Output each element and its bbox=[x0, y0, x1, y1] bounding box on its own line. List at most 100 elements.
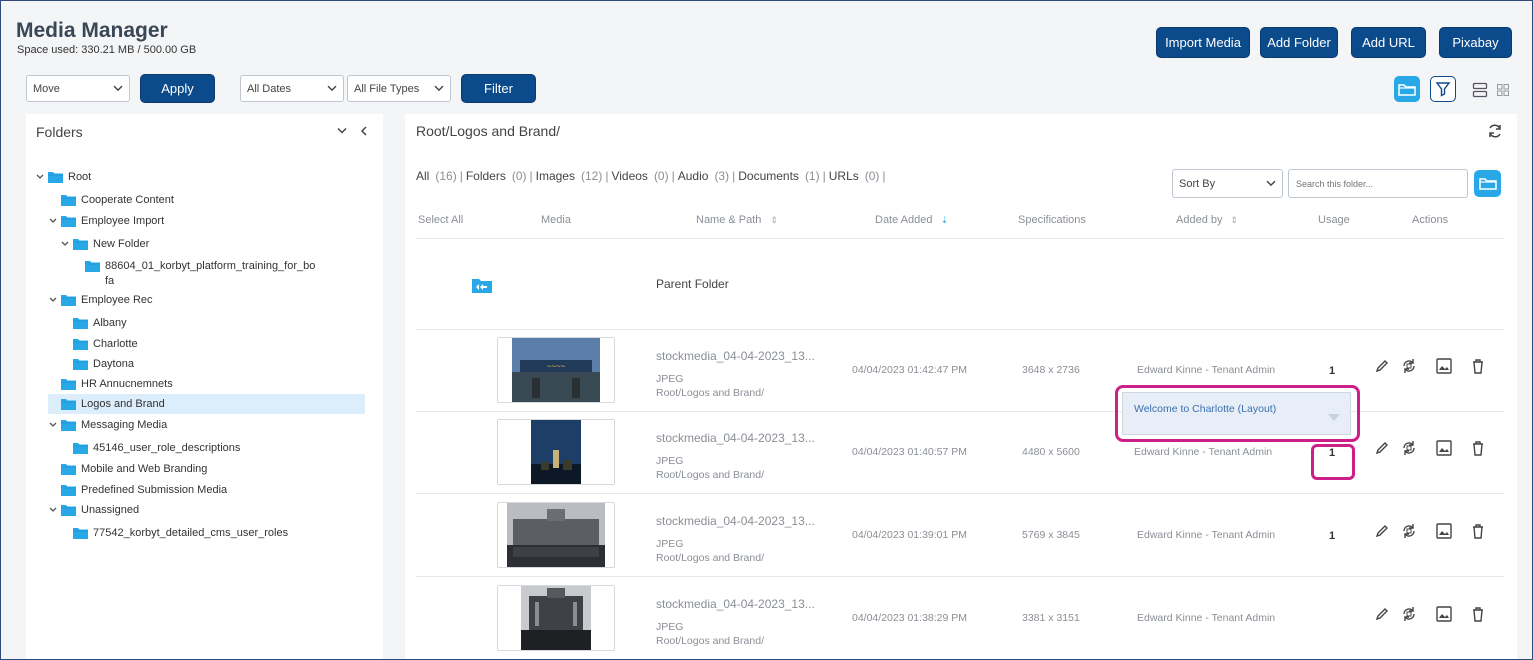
date-added: 04/04/2023 01:38:29 PM bbox=[852, 612, 968, 624]
folder-tree-item[interactable]: Mobile and Web Branding bbox=[48, 460, 207, 478]
media-name[interactable]: stockmedia_04-04-2023_13... bbox=[656, 431, 815, 445]
sort-by-select[interactable]: Sort By bbox=[1172, 169, 1283, 198]
tab-all[interactable]: All (16) | bbox=[416, 169, 466, 183]
bulk-action-select[interactable]: Move bbox=[26, 75, 130, 102]
media-path: Root/Logos and Brand/ bbox=[656, 387, 764, 399]
list-view-icon[interactable] bbox=[1472, 82, 1488, 98]
trash-icon[interactable] bbox=[1469, 357, 1487, 375]
replace-icon[interactable] bbox=[1400, 439, 1418, 457]
media-type-tabs: All (16) | Folders (0) | Images (12) | Videos (0) |… bbox=[416, 169, 889, 183]
import-media-button[interactable]: Import Media bbox=[1156, 27, 1250, 58]
folder-tree-item[interactable]: Cooperate Content bbox=[48, 191, 174, 209]
tree-toggle[interactable] bbox=[35, 172, 45, 182]
name-path-header[interactable]: Name & Path ⇕ bbox=[696, 214, 778, 226]
media-path: Root/Logos and Brand/ bbox=[656, 469, 764, 481]
trash-icon[interactable] bbox=[1469, 439, 1487, 457]
folder-tree-item[interactable]: Root bbox=[35, 168, 91, 186]
folder-tree-item[interactable]: Daytona bbox=[60, 355, 134, 373]
folder-tree-item[interactable]: 45146_user_role_descriptions bbox=[60, 439, 240, 457]
folder-tree-item[interactable]: New Folder bbox=[60, 235, 149, 253]
media-thumbnail[interactable] bbox=[497, 502, 615, 568]
tab-images[interactable]: Images (12) | bbox=[536, 169, 612, 183]
usage-count[interactable]: 1 bbox=[1329, 365, 1335, 377]
folder-tree-item[interactable]: Employee Import bbox=[48, 212, 164, 230]
actions-header: Actions bbox=[1412, 214, 1449, 226]
trash-icon[interactable] bbox=[1469, 605, 1487, 623]
tab-videos[interactable]: Videos (0) | bbox=[611, 169, 677, 183]
chevron-left-icon[interactable] bbox=[360, 126, 368, 136]
tab-count: (0) bbox=[511, 169, 527, 183]
tab-folders[interactable]: Folders (0) | bbox=[466, 169, 536, 183]
apply-button[interactable]: Apply bbox=[140, 74, 215, 103]
folder-tree-label: Unassigned bbox=[81, 504, 140, 516]
folder-tree-item[interactable]: Predefined Submission Media bbox=[48, 481, 227, 499]
select-all-header[interactable]: Select All bbox=[418, 214, 463, 226]
tab-urls[interactable]: URLs (0) | bbox=[829, 169, 889, 183]
replace-icon[interactable] bbox=[1400, 605, 1418, 623]
folder-tree-item[interactable]: Logos and Brand bbox=[48, 395, 165, 413]
parent-folder-label[interactable]: Parent Folder bbox=[656, 277, 729, 291]
tab-count: (16) bbox=[435, 169, 457, 183]
add-folder-button[interactable]: Add Folder bbox=[1260, 27, 1338, 58]
usage-count[interactable]: 1 bbox=[1329, 530, 1335, 542]
date-added-header[interactable]: Date Added ⇣ bbox=[875, 214, 948, 226]
folder-icon bbox=[61, 379, 76, 390]
folder-tree-item[interactable]: Charlotte bbox=[60, 335, 138, 353]
tab-audio[interactable]: Audio (3) | bbox=[678, 169, 739, 183]
filter-toggle[interactable] bbox=[1430, 76, 1456, 102]
replace-icon[interactable] bbox=[1400, 357, 1418, 375]
folder-browse-button[interactable] bbox=[1474, 170, 1501, 197]
added-by: Edward Kinne - Tenant Admin bbox=[1137, 612, 1276, 624]
pixabay-button[interactable]: Pixabay bbox=[1439, 27, 1512, 58]
tree-toggle[interactable] bbox=[48, 505, 58, 515]
folder-tree-label: 88604_01_korbyt_platform_training_for_bo bbox=[105, 260, 316, 272]
tree-toggle bbox=[48, 485, 58, 495]
folder-tree-label: Predefined Submission Media bbox=[81, 484, 228, 496]
media-thumbnail[interactable]: ~~~~ bbox=[497, 337, 615, 403]
dates-select[interactable]: All Dates bbox=[240, 75, 344, 102]
specifications: 3381 x 3151 bbox=[1022, 612, 1080, 624]
folder-tree-item[interactable]: Employee Rec bbox=[48, 291, 153, 309]
media-thumbnail[interactable] bbox=[497, 419, 615, 485]
folder-tree-item[interactable]: Messaging Media bbox=[48, 416, 167, 434]
trash-icon[interactable] bbox=[1469, 522, 1487, 540]
folder-view-toggle[interactable] bbox=[1394, 76, 1420, 102]
edit-icon[interactable] bbox=[1373, 439, 1391, 457]
tab-documents[interactable]: Documents (1) | bbox=[738, 169, 829, 183]
folder-tree-item[interactable]: 77542_korbyt_detailed_cms_user_roles bbox=[60, 524, 288, 542]
parent-folder-icon[interactable] bbox=[470, 274, 494, 296]
chevron-down-icon[interactable] bbox=[337, 127, 347, 135]
image-gallery-icon[interactable] bbox=[1435, 605, 1453, 623]
media-name[interactable]: stockmedia_04-04-2023_13... bbox=[656, 597, 815, 611]
file-types-select[interactable]: All File Types bbox=[347, 75, 451, 102]
replace-icon[interactable] bbox=[1400, 522, 1418, 540]
edit-icon[interactable] bbox=[1373, 522, 1391, 540]
add-url-button[interactable]: Add URL bbox=[1351, 27, 1426, 58]
usage-header: Usage bbox=[1318, 214, 1350, 226]
filter-button[interactable]: Filter bbox=[461, 74, 536, 103]
tree-toggle[interactable] bbox=[48, 216, 58, 226]
folder-tree-item[interactable]: Albany bbox=[60, 314, 127, 332]
tree-toggle[interactable] bbox=[48, 420, 58, 430]
grid-view-icon[interactable] bbox=[1497, 84, 1509, 96]
tab-separator: | bbox=[671, 169, 675, 183]
tree-toggle[interactable] bbox=[48, 295, 58, 305]
tree-toggle bbox=[60, 443, 70, 453]
edit-icon[interactable] bbox=[1373, 605, 1391, 623]
search-folder-input[interactable] bbox=[1288, 169, 1468, 198]
folder-tree-item[interactable]: HR Annucnemnets bbox=[48, 375, 173, 393]
usage-popup[interactable]: Welcome to Charlotte (Layout) bbox=[1122, 392, 1351, 435]
tree-toggle bbox=[48, 399, 58, 409]
media-name[interactable]: stockmedia_04-04-2023_13... bbox=[656, 514, 815, 528]
image-gallery-icon[interactable] bbox=[1435, 439, 1453, 457]
added-by-header[interactable]: Added by ⇕ bbox=[1176, 214, 1238, 226]
folder-tree-item[interactable]: Unassigned bbox=[48, 501, 139, 519]
refresh-icon[interactable] bbox=[1487, 123, 1503, 139]
media-name[interactable]: stockmedia_04-04-2023_13... bbox=[656, 349, 815, 363]
usage-popup-item[interactable]: Welcome to Charlotte (Layout) bbox=[1134, 403, 1276, 415]
image-gallery-icon[interactable] bbox=[1435, 357, 1453, 375]
image-gallery-icon[interactable] bbox=[1435, 522, 1453, 540]
media-thumbnail[interactable] bbox=[497, 585, 615, 651]
tree-toggle[interactable] bbox=[60, 239, 70, 249]
edit-icon[interactable] bbox=[1373, 357, 1391, 375]
